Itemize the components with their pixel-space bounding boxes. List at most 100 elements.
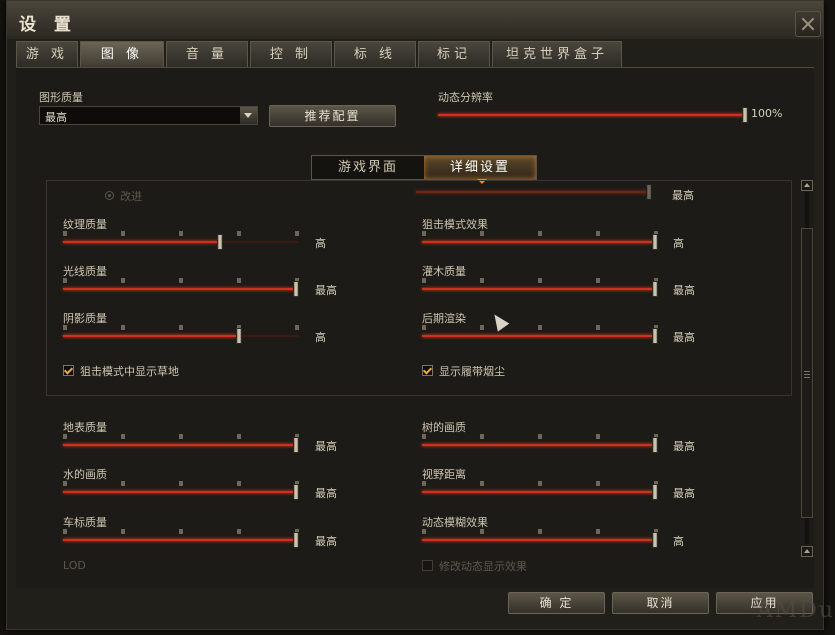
- slider-handle[interactable]: [293, 484, 299, 500]
- water-quality-label: 水的画质: [63, 468, 107, 481]
- scroll-down-icon[interactable]: [801, 546, 813, 557]
- texture-quality-value: 高: [315, 237, 326, 250]
- slider-handle[interactable]: [652, 532, 658, 548]
- slider-fill: [63, 288, 295, 290]
- recommend-settings-button[interactable]: 推荐配置: [269, 105, 396, 127]
- water-quality-slider[interactable]: [63, 481, 299, 501]
- slider-handle[interactable]: [652, 281, 658, 297]
- slider-tick: [63, 325, 67, 330]
- slider-tick: [237, 529, 241, 534]
- tab-controls[interactable]: 控 制: [250, 41, 332, 67]
- slider-tick: [121, 481, 125, 486]
- slider-handle[interactable]: [236, 328, 242, 344]
- slider-tick: [422, 529, 426, 534]
- slider-tick: [63, 529, 67, 534]
- close-icon[interactable]: [795, 11, 821, 37]
- slider-handle[interactable]: [293, 281, 299, 297]
- graphics-quality-dropdown[interactable]: 最高: [39, 106, 258, 125]
- graphics-quality-label: 图形质量: [39, 91, 83, 104]
- slider-handle[interactable]: [742, 107, 748, 123]
- slider-tick: [237, 434, 241, 439]
- motion-blur-label: 动态模糊效果: [422, 516, 488, 529]
- dynamic-resolution-slider[interactable]: [438, 104, 748, 124]
- slider-fill: [63, 444, 295, 446]
- subtab-advanced[interactable]: 详细设置: [424, 156, 536, 179]
- slider-handle[interactable]: [652, 328, 658, 344]
- slider-tick: [596, 434, 600, 439]
- slider-fill: [63, 335, 237, 337]
- slider-tick: [179, 529, 183, 534]
- slider-handle[interactable]: [293, 437, 299, 453]
- track-dust-label: 显示履带烟尘: [439, 365, 505, 378]
- postprocessing-slider[interactable]: [422, 325, 658, 345]
- slider-handle[interactable]: [652, 437, 658, 453]
- sniper-grass-checkbox[interactable]: [63, 365, 74, 376]
- lighting-quality-label: 光线质量: [63, 265, 107, 278]
- slider-tick: [538, 434, 542, 439]
- slider-tick: [596, 481, 600, 486]
- ok-button[interactable]: 确 定: [508, 592, 605, 614]
- slider-fill: [422, 491, 654, 493]
- scroll-up-icon[interactable]: [801, 180, 813, 191]
- lighting-quality-slider[interactable]: [63, 278, 299, 298]
- slider-fill: [422, 444, 654, 446]
- slider-handle[interactable]: [293, 532, 299, 548]
- dynamic-effects-checkbox[interactable]: [422, 560, 433, 571]
- motion-blur-slider[interactable]: [422, 529, 658, 549]
- tab-sound[interactable]: 音 量: [166, 41, 248, 67]
- lod-label: LOD: [63, 559, 86, 572]
- tab-markers[interactable]: 标记: [418, 41, 490, 67]
- shadow-quality-slider[interactable]: [63, 325, 299, 345]
- decal-quality-label: 车标质量: [63, 516, 107, 529]
- scrollbar[interactable]: [801, 180, 813, 557]
- slider-tick: [538, 325, 542, 330]
- slider-tick: [179, 481, 183, 486]
- tab-graphics[interactable]: 图 像: [80, 41, 164, 67]
- texture-quality-slider[interactable]: [63, 231, 299, 251]
- shrub-quality-slider[interactable]: [422, 278, 658, 298]
- scroll-thumb[interactable]: [801, 228, 813, 518]
- title-bar: 设 置: [7, 1, 823, 39]
- terrain-quality-slider[interactable]: [63, 434, 299, 454]
- slider-handle[interactable]: [652, 484, 658, 500]
- terrain-quality-value: 最高: [315, 440, 337, 453]
- slider-tick: [63, 481, 67, 486]
- slider-tick: [179, 278, 183, 283]
- sniper-effects-label: 狙击模式效果: [422, 218, 488, 231]
- sniper-effects-slider[interactable]: [422, 231, 658, 251]
- cancel-button[interactable]: 取消: [612, 592, 709, 614]
- slider-tick: [480, 434, 484, 439]
- slider-tick: [422, 434, 426, 439]
- track-dust-checkbox[interactable]: [422, 365, 433, 376]
- decal-quality-slider[interactable]: [63, 529, 299, 549]
- tab-game[interactable]: 游 戏: [16, 41, 78, 67]
- tab-wot-box[interactable]: 坦克世界盒子: [492, 41, 622, 67]
- tree-quality-label: 树的画质: [422, 421, 466, 434]
- terrain-quality-label: 地表质量: [63, 421, 107, 434]
- texture-quality-label: 纹理质量: [63, 218, 107, 231]
- subtab-switcher: 游戏界面 详细设置: [311, 155, 537, 184]
- slider-tick: [596, 325, 600, 330]
- slider-tick: [121, 231, 125, 236]
- tab-reticle[interactable]: 标 线: [334, 41, 416, 67]
- slider-tick: [179, 231, 183, 236]
- decal-quality-value: 最高: [315, 535, 337, 548]
- graphics-quality-value: 最高: [45, 111, 67, 124]
- slider-tick: [121, 434, 125, 439]
- slider-tick: [63, 278, 67, 283]
- slider-fill: [422, 335, 654, 337]
- slider-fill: [63, 241, 218, 243]
- tab-bar: 游 戏 图 像 音 量 控 制 标 线 标记 坦克世界盒子: [16, 41, 622, 67]
- slider-tick: [295, 231, 299, 236]
- draw-distance-slider[interactable]: [422, 481, 658, 501]
- slider-handle[interactable]: [217, 234, 223, 250]
- slider-tick: [480, 231, 484, 236]
- chevron-down-icon[interactable]: [240, 107, 257, 124]
- tree-quality-slider[interactable]: [422, 434, 658, 454]
- shrub-quality-label: 灌木质量: [422, 265, 466, 278]
- slider-handle[interactable]: [652, 234, 658, 250]
- motion-blur-value: 高: [673, 535, 684, 548]
- subtab-interface[interactable]: 游戏界面: [312, 156, 424, 179]
- dynamic-resolution-value: 100%: [751, 107, 783, 120]
- slider-fill: [422, 241, 654, 243]
